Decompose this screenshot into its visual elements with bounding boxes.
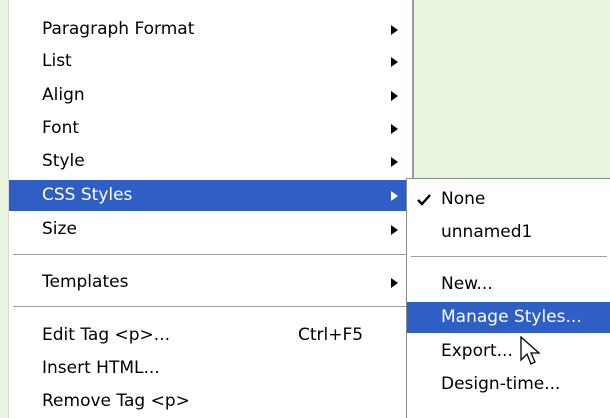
menu-item-list[interactable]: List	[9, 46, 411, 77]
submenu-arrow-icon	[389, 14, 401, 45]
menu-item-label: Remove Tag <p>	[42, 391, 190, 411]
menu-separator	[13, 254, 407, 256]
menu-separator	[411, 256, 607, 258]
mouse-pointer-icon	[520, 336, 541, 365]
menu-item-css-styles[interactable]: CSS Styles	[9, 180, 411, 211]
submenu-arrow-icon	[389, 46, 401, 77]
menu-separator	[13, 306, 407, 308]
menu-item-label: Templates	[42, 272, 129, 292]
menu-item-label: Paragraph Format	[42, 19, 195, 39]
submenu-arrow-icon	[389, 146, 401, 177]
submenu-item-design-time[interactable]: Design-time...	[407, 369, 610, 400]
submenu-item-label: New...	[441, 274, 493, 294]
menu-item-label: Style	[42, 151, 85, 171]
menu-item-label: Edit Tag <p>...	[42, 325, 170, 345]
menu-item-label: Font	[42, 118, 80, 138]
submenu-item-manage-styles[interactable]: Manage Styles...	[407, 302, 610, 333]
submenu-item-none[interactable]: None	[407, 184, 610, 215]
submenu-arrow-icon	[389, 267, 401, 298]
submenu-arrow-icon	[389, 180, 401, 211]
menu-item-templates[interactable]: Templates	[9, 267, 411, 298]
menu-item-paragraph-format[interactable]: Paragraph Format	[9, 14, 411, 45]
menu-item-label: CSS Styles	[42, 185, 133, 205]
css-styles-submenu: None unnamed1 New... Manage Styles... Ex…	[406, 178, 610, 418]
menu-item-label: List	[42, 51, 72, 71]
submenu-arrow-icon	[389, 80, 401, 111]
submenu-arrow-icon	[389, 214, 401, 245]
menu-item-label: Insert HTML...	[42, 358, 160, 378]
submenu-item-label: Export...	[441, 341, 513, 361]
menu-item-align[interactable]: Align	[9, 80, 411, 111]
context-menu: Paragraph Format List Align Font Style C…	[8, 0, 414, 418]
menu-item-insert-html[interactable]: Insert HTML...	[9, 353, 411, 384]
submenu-item-label: Manage Styles...	[441, 307, 582, 327]
submenu-item-label: None	[441, 189, 486, 209]
menu-item-style[interactable]: Style	[9, 146, 411, 177]
menu-item-label: Align	[42, 85, 85, 105]
menu-item-size[interactable]: Size	[9, 214, 411, 245]
submenu-item-label: unnamed1	[441, 222, 533, 242]
submenu-item-label: Design-time...	[441, 374, 561, 394]
menu-item-label: Size	[42, 219, 77, 239]
submenu-arrow-icon	[389, 113, 401, 144]
menu-item-remove-tag[interactable]: Remove Tag <p>	[9, 386, 411, 417]
menu-item-font[interactable]: Font	[9, 113, 411, 144]
submenu-item-new[interactable]: New...	[407, 269, 610, 300]
submenu-item-unnamed1[interactable]: unnamed1	[407, 217, 610, 248]
checkmark-icon	[417, 184, 435, 215]
menu-item-shortcut: Ctrl+F5	[298, 325, 364, 345]
submenu-item-export[interactable]: Export...	[407, 336, 610, 367]
menu-item-edit-tag[interactable]: Edit Tag <p>... Ctrl+F5	[9, 320, 411, 351]
